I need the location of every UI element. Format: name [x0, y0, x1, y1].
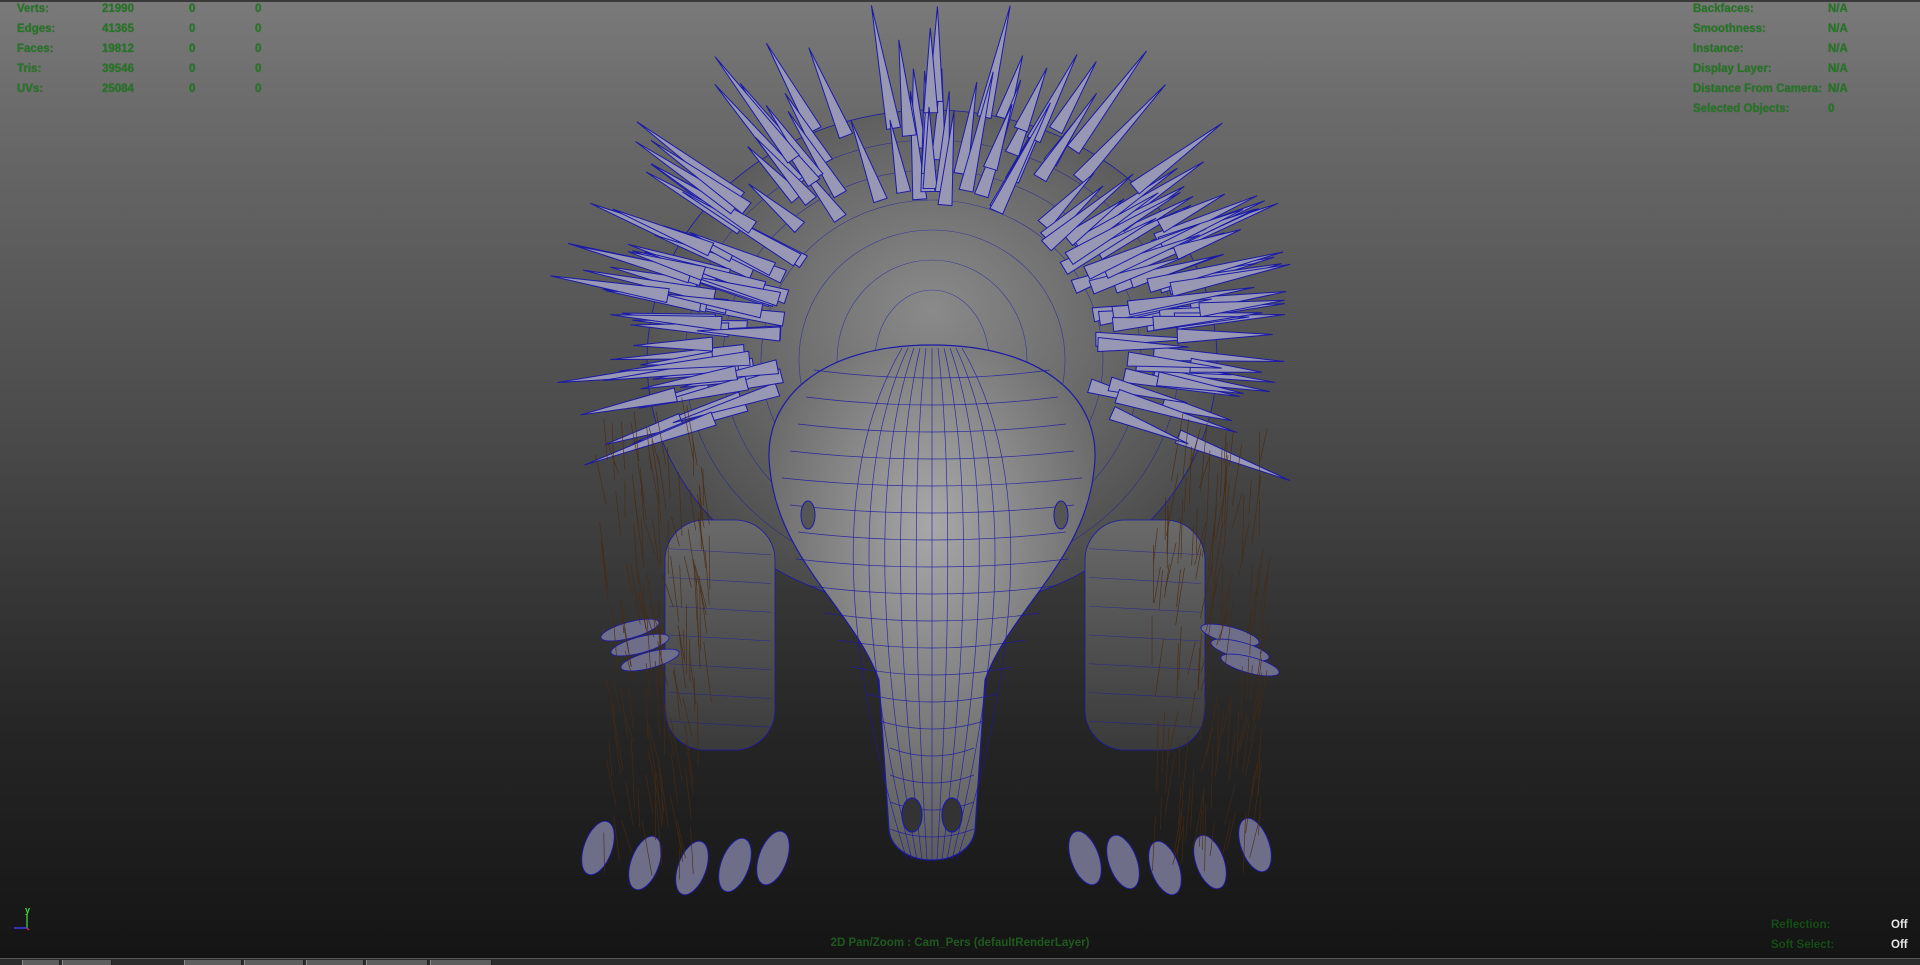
eye-mesh	[1053, 500, 1069, 530]
poly-count-row: Edges: 41365 0 0	[17, 19, 297, 39]
spine-mesh	[714, 56, 801, 164]
object-info-value: N/A	[1828, 63, 1848, 75]
poly-count-value: 41365	[102, 23, 134, 35]
claw-mesh	[581, 820, 615, 876]
poly-count-value: 19812	[102, 43, 134, 55]
object-info-label: Instance:	[1693, 43, 1744, 55]
poly-count-row: Faces: 19812 0 0	[17, 39, 297, 59]
object-info-row: Smoothness: N/A	[1693, 19, 1913, 39]
bottom-tab[interactable]	[366, 960, 428, 965]
leg-mesh	[1084, 519, 1206, 751]
poly-count-row: Tris: 39546 0 0	[17, 59, 297, 79]
object-info-row: Distance From Camera: N/A	[1693, 79, 1913, 99]
object-info-value: N/A	[1828, 83, 1848, 95]
poly-count-label: UVs:	[17, 83, 44, 95]
poly-count-value: 0	[255, 3, 262, 15]
nostril-mesh	[901, 797, 923, 833]
poly-count-value: 0	[255, 23, 262, 35]
object-info-row: Backfaces: N/A	[1693, 0, 1913, 19]
poly-count-label: Faces:	[17, 43, 54, 55]
claw-mesh	[1148, 840, 1182, 896]
echidna-model[interactable]	[0, 0, 1920, 965]
poly-count-label: Edges:	[17, 23, 56, 35]
bottom-tab[interactable]	[22, 960, 60, 965]
eye-mesh	[800, 500, 816, 530]
poly-count-value: 0	[189, 83, 196, 95]
object-info-row: Instance: N/A	[1693, 39, 1913, 59]
leg-mesh	[664, 519, 776, 751]
camera-label: 2D Pan/Zoom : Cam_Pers (defaultRenderLay…	[830, 937, 1090, 949]
bottom-tab[interactable]	[184, 960, 242, 965]
poly-count-value: 21990	[102, 3, 134, 15]
claw-mesh	[1238, 817, 1272, 873]
object-info-value: N/A	[1828, 23, 1848, 35]
poly-count-value: 0	[189, 23, 196, 35]
spine-mesh	[1176, 328, 1273, 344]
poly-count-value: 0	[255, 63, 262, 75]
object-info-label: Selected Objects:	[1693, 103, 1790, 115]
object-info-label: Backfaces:	[1693, 3, 1754, 15]
viewport-setting-value: Off	[1891, 919, 1908, 931]
claw-mesh	[718, 837, 752, 893]
viewport-setting-row: Reflection: Off	[1771, 915, 1911, 935]
poly-count-label: Verts:	[17, 3, 49, 15]
claw-mesh	[756, 830, 790, 886]
bottom-tab[interactable]	[306, 960, 364, 965]
claw-mesh	[1068, 830, 1102, 886]
bottom-tab[interactable]	[244, 960, 304, 965]
object-info-row: Selected Objects: 0	[1693, 99, 1913, 119]
object-info-value: 0	[1828, 103, 1835, 115]
object-info-label: Smoothness:	[1693, 23, 1766, 35]
poly-count-row: UVs: 25084 0 0	[17, 79, 297, 99]
claw-mesh	[675, 840, 709, 896]
poly-count-label: Tris:	[17, 63, 42, 75]
poly-count-value: 25084	[102, 83, 134, 95]
bottom-tab[interactable]	[62, 960, 112, 965]
object-info-label: Display Layer:	[1693, 63, 1772, 75]
bottom-tab-bar	[0, 958, 1920, 965]
viewport-3d[interactable]: Verts: 21990 0 0 Edges: 41365 0 0 Faces: 19812 0 0 T…	[0, 0, 1920, 965]
claw-mesh	[628, 835, 662, 891]
viewport-setting-label: Reflection:	[1771, 919, 1831, 931]
bottom-tab[interactable]	[430, 960, 492, 965]
claw-mesh	[1106, 834, 1140, 890]
object-info-value: N/A	[1828, 43, 1848, 55]
nostril-mesh	[941, 797, 963, 833]
poly-count-value: 0	[255, 83, 262, 95]
poly-count-row: Verts: 21990 0 0	[17, 0, 297, 19]
spine-mesh	[1066, 50, 1147, 155]
spine-mesh	[635, 141, 740, 215]
poly-count-value: 0	[255, 43, 262, 55]
poly-count-value: 39546	[102, 63, 134, 75]
poly-count-hud: Verts: 21990 0 0 Edges: 41365 0 0 Faces: 19812 0 0 T…	[17, 0, 297, 99]
viewport-settings-hud: Reflection: Off Soft Select: Off	[1771, 915, 1911, 955]
poly-count-value: 0	[189, 63, 196, 75]
object-info-hud: Backfaces: N/A Smoothness: N/A Instance: N/A D…	[1693, 0, 1913, 119]
object-info-row: Display Layer: N/A	[1693, 59, 1913, 79]
axis-y-label: y	[25, 905, 30, 915]
poly-count-value: 0	[189, 43, 196, 55]
object-info-value: N/A	[1828, 3, 1848, 15]
poly-count-value: 0	[189, 3, 196, 15]
axis-gizmo-icon: y	[14, 905, 30, 931]
object-info-label: Distance From Camera:	[1693, 83, 1823, 95]
spine-mesh	[870, 5, 902, 130]
